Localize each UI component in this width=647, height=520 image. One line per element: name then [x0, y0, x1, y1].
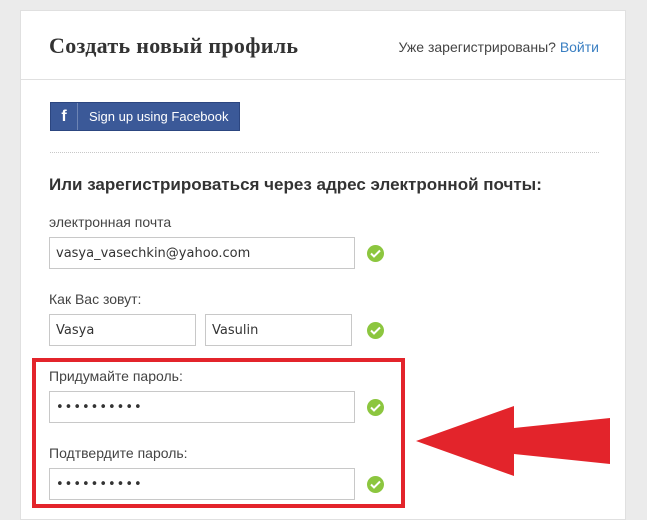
login-prompt-text: Уже зарегистрированы?: [398, 39, 556, 55]
card-header: Создать новый профиль Уже зарегистрирова…: [21, 11, 625, 80]
last-name-input[interactable]: [205, 314, 352, 346]
facebook-signup-label: Sign up using Facebook: [89, 109, 229, 124]
left-arrow-icon: [416, 406, 610, 476]
facebook-signup-button[interactable]: f Sign up using Facebook: [50, 102, 240, 131]
name-label: Как Вас зовут:: [49, 291, 142, 307]
first-name-input[interactable]: [49, 314, 196, 346]
section-divider: [50, 152, 599, 153]
login-prompt: Уже зарегистрированы? Войти: [399, 39, 600, 55]
password-highlight-box: [32, 358, 405, 508]
facebook-f-icon: f: [51, 103, 78, 130]
page-title: Создать новый профиль: [49, 33, 299, 58]
email-input[interactable]: [49, 237, 355, 269]
email-label: электронная почта: [49, 214, 172, 230]
email-signup-heading: Или зарегистрироваться через адрес элект…: [49, 175, 542, 194]
login-link[interactable]: Войти: [560, 39, 599, 55]
email-valid-check-icon: [367, 245, 384, 262]
name-valid-check-icon: [367, 322, 384, 339]
signup-card: Создать новый профиль Уже зарегистрирова…: [20, 10, 626, 520]
